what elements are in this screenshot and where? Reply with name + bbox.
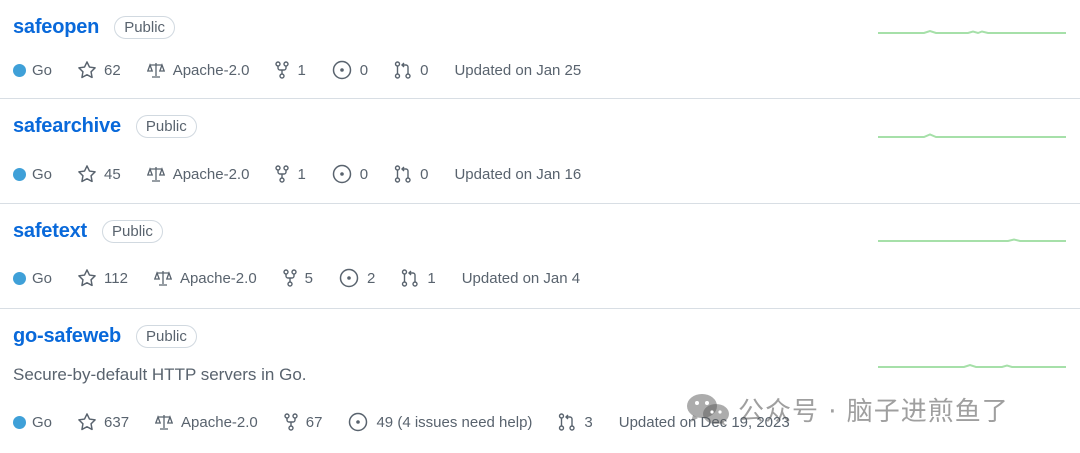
repo-item: safetext Public Go 112 Apache-2.0 5 2 1 … <box>0 204 1080 309</box>
license: Apache-2.0 <box>146 62 249 79</box>
pull-request-icon <box>394 165 411 183</box>
language-color-dot <box>13 63 26 77</box>
activity-sparkline <box>878 29 1066 35</box>
law-scale-icon <box>153 271 172 286</box>
stars-link[interactable]: 62 <box>78 61 121 79</box>
activity-sparkline <box>878 363 1066 368</box>
issues-link[interactable]: 0 <box>332 60 368 80</box>
updated-timestamp: Updated on Jan 16 <box>454 165 582 183</box>
repo-name-link[interactable]: safetext <box>13 220 87 243</box>
forks-link[interactable]: 1 <box>275 61 306 79</box>
language: Go <box>13 62 52 79</box>
fork-icon <box>282 269 297 287</box>
stars-link[interactable]: 637 <box>78 413 129 431</box>
stars-link[interactable]: 112 <box>78 269 128 287</box>
issues-link[interactable]: 49 (4 issues need help) <box>348 412 532 432</box>
license: Apache-2.0 <box>146 166 249 183</box>
license: Apache-2.0 <box>153 270 257 287</box>
repo-description: Secure-by-default HTTP servers in Go. <box>13 365 307 384</box>
language-color-dot <box>13 415 26 429</box>
issues-link[interactable]: 2 <box>339 268 375 288</box>
law-scale-icon <box>146 63 165 78</box>
star-icon <box>78 269 96 287</box>
language: Go <box>13 414 52 431</box>
law-scale-icon <box>155 415 174 430</box>
visibility-badge: Public <box>114 16 176 39</box>
language-color-dot <box>13 167 26 181</box>
star-icon <box>78 61 96 79</box>
issues-link[interactable]: 0 <box>332 164 368 184</box>
issue-icon <box>332 60 352 80</box>
pull-request-icon <box>394 61 411 79</box>
activity-sparkline <box>878 238 1066 242</box>
updated-timestamp: Updated on Jan 25 <box>454 61 582 79</box>
visibility-badge: Public <box>102 220 163 243</box>
pull-requests-link[interactable]: 0 <box>394 61 428 79</box>
repo-name-link[interactable]: go-safeweb <box>13 325 121 348</box>
repo-name-link[interactable]: safearchive <box>13 115 121 138</box>
pull-requests-link[interactable]: 3 <box>558 413 593 431</box>
pull-requests-link[interactable]: 0 <box>394 165 428 183</box>
repo-item: go-safeweb Public Secure-by-default HTTP… <box>0 309 1080 453</box>
issue-icon <box>339 268 359 288</box>
fork-icon <box>275 165 290 183</box>
visibility-badge: Public <box>135 115 197 138</box>
issue-icon <box>332 164 352 184</box>
wechat-watermark: 公众号 · 脑子进煎鱼了 <box>686 391 1009 428</box>
wechat-icon <box>687 393 729 426</box>
language-color-dot <box>13 271 26 285</box>
visibility-badge: Public <box>136 325 197 348</box>
pull-request-icon <box>559 413 576 431</box>
law-scale-icon <box>146 167 165 182</box>
license: Apache-2.0 <box>155 414 258 431</box>
repo-item: safeopen Public Go 62 Apache-2.0 1 0 0 U… <box>0 0 1080 99</box>
stars-link[interactable]: 45 <box>78 165 121 183</box>
star-icon <box>78 165 96 183</box>
fork-icon <box>275 61 290 79</box>
forks-link[interactable]: 67 <box>284 413 322 431</box>
star-icon <box>78 413 96 431</box>
language: Go <box>13 270 52 287</box>
pull-request-icon <box>402 269 419 287</box>
issue-icon <box>349 412 368 432</box>
repo-item: safearchive Public Go 45 Apache-2.0 1 0 … <box>0 99 1080 204</box>
pull-requests-link[interactable]: 1 <box>401 269 436 287</box>
repo-name-link[interactable]: safeopen <box>13 16 99 39</box>
forks-link[interactable]: 1 <box>275 165 306 183</box>
language: Go <box>13 166 52 183</box>
activity-sparkline <box>878 133 1066 138</box>
watermark-text: 公众号 · 脑子进煎鱼了 <box>738 397 1009 427</box>
forks-link[interactable]: 5 <box>282 269 313 287</box>
fork-icon <box>284 413 298 431</box>
updated-timestamp: Updated on Jan 4 <box>461 269 581 287</box>
